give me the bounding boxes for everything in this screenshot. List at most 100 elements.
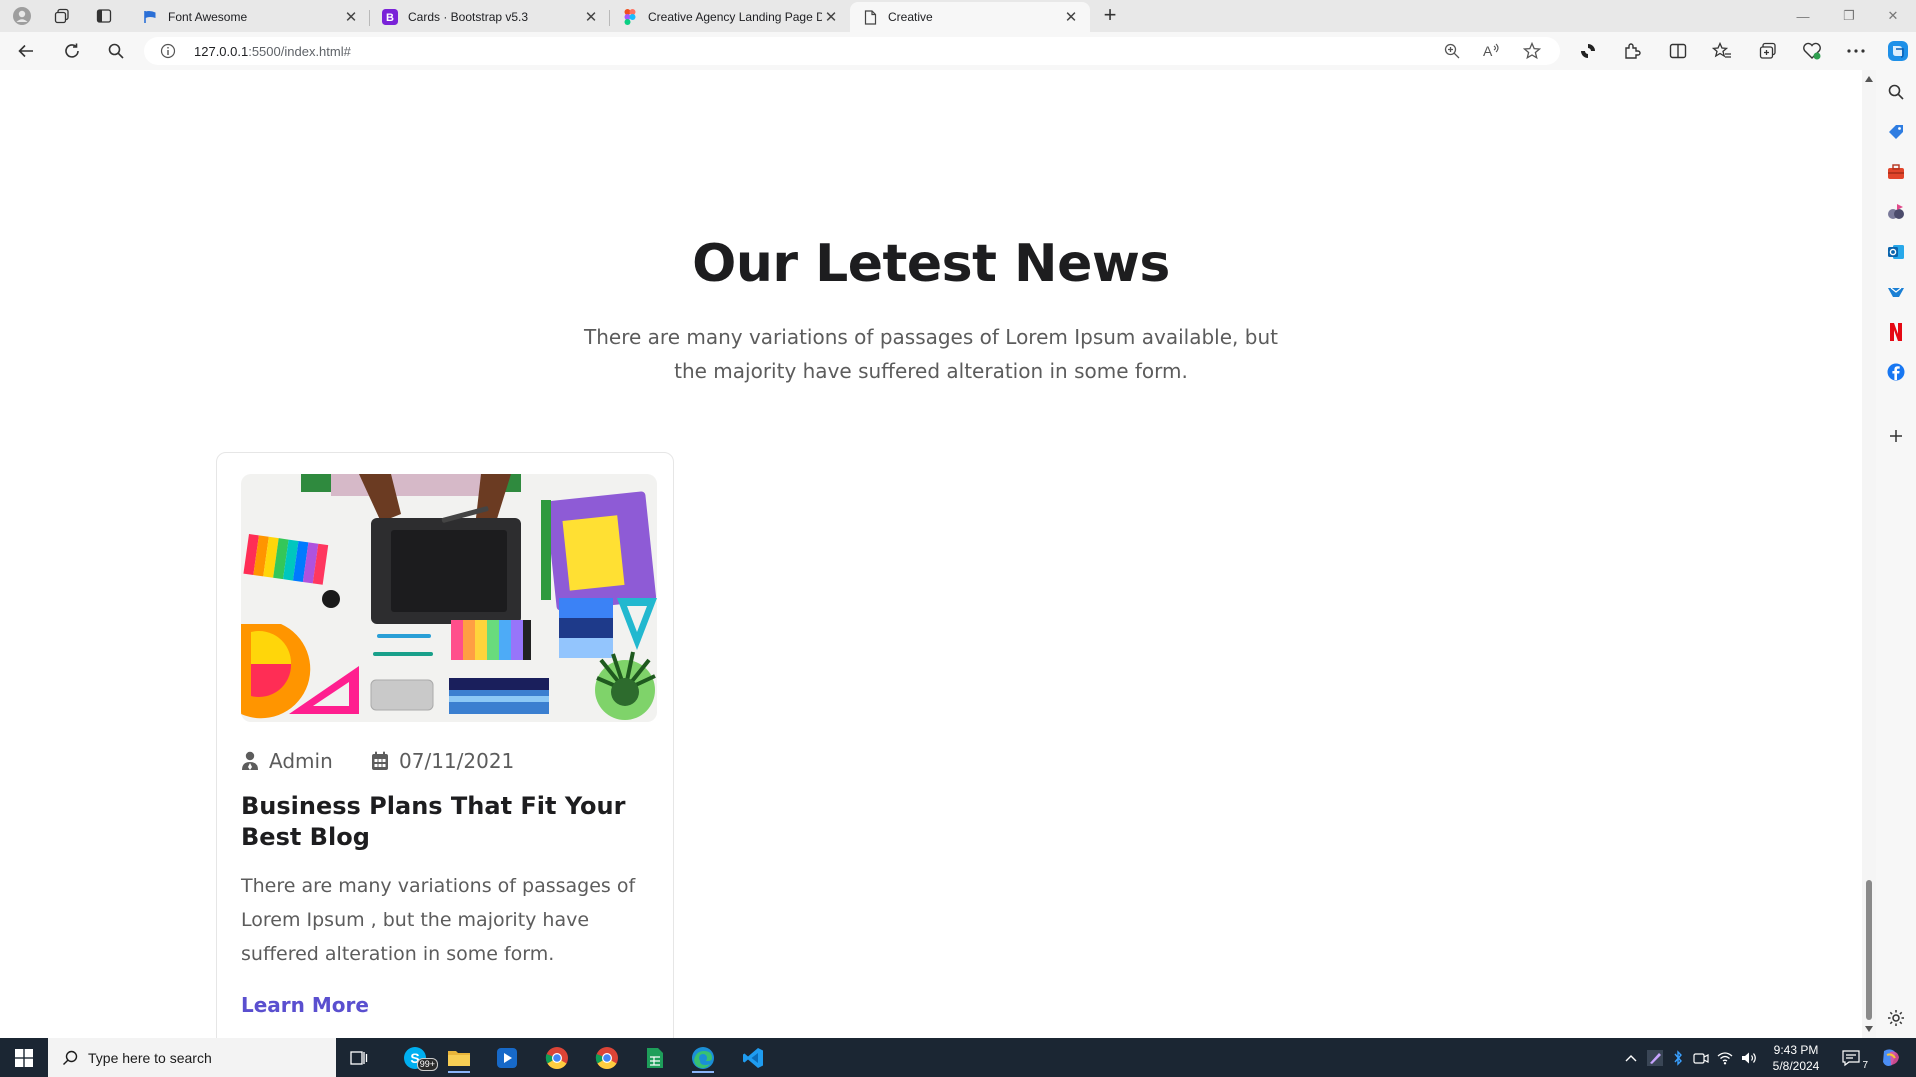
tab-creative[interactable]: Creative ✕ (850, 2, 1090, 32)
netflix-icon[interactable] (1886, 322, 1906, 342)
chrome-icon[interactable] (538, 1042, 576, 1073)
media-player-icon[interactable] (488, 1042, 526, 1073)
copilot-refresh-icon[interactable] (1576, 39, 1600, 63)
edge-sidebar (1876, 70, 1916, 1038)
read-aloud-icon[interactable]: A (1482, 41, 1502, 61)
start-button[interactable] (0, 1038, 48, 1077)
author-name: Admin (269, 749, 333, 773)
site-info-icon[interactable] (160, 43, 176, 64)
wifi-icon[interactable] (1714, 1038, 1736, 1077)
tab-title: Cards · Bootstrap v5.3 (408, 10, 529, 24)
favorites-icon[interactable] (1710, 39, 1734, 63)
chrome-profile-icon[interactable] (588, 1042, 626, 1073)
facebook-icon[interactable] (1886, 362, 1906, 382)
url-host: 127.0.0.1 (194, 44, 249, 59)
windows-logo-icon (15, 1048, 33, 1067)
new-tab-button[interactable]: + (1098, 4, 1122, 28)
outlook-icon[interactable] (1886, 242, 1906, 262)
back-button[interactable] (14, 39, 38, 63)
volume-icon[interactable] (1738, 1038, 1760, 1077)
windows-taskbar: Type here to search S 99+ 9:43 PM 5/8/20… (0, 1038, 1916, 1077)
zoom-icon[interactable] (1442, 41, 1462, 61)
url-path: :5500/index.html# (248, 44, 351, 59)
tab-title: Creative (888, 10, 933, 24)
search-icon (63, 1050, 78, 1065)
page-icon (862, 9, 878, 25)
tools-icon[interactable] (1886, 162, 1906, 182)
scroll-thumb[interactable] (1866, 880, 1872, 1020)
restore-button[interactable]: ❐ (1826, 0, 1872, 32)
card-author: Admin (241, 749, 333, 773)
card-text: There are many variations of passages of… (241, 875, 636, 965)
close-icon[interactable]: ✕ (342, 8, 360, 26)
notifications-icon[interactable]: 7 (1836, 1038, 1870, 1077)
close-icon[interactable]: ✕ (582, 8, 600, 26)
meet-now-icon[interactable] (1690, 1038, 1712, 1077)
bluetooth-icon[interactable] (1668, 1038, 1688, 1077)
minimize-button[interactable]: — (1780, 0, 1826, 32)
page-viewport: Our Letest News There are many variation… (0, 70, 1876, 1038)
notification-count: 7 (1862, 1060, 1868, 1071)
shopping-tag-icon[interactable] (1886, 122, 1906, 142)
refresh-button[interactable] (60, 39, 84, 63)
workspaces-icon[interactable] (50, 5, 74, 27)
file-explorer-icon[interactable] (440, 1042, 478, 1073)
window-close-button[interactable]: ✕ (1870, 0, 1916, 32)
tab-title: Font Awesome (168, 10, 248, 24)
more-options-icon[interactable] (1844, 39, 1868, 63)
pen-tray-icon[interactable] (1644, 1038, 1666, 1077)
close-icon[interactable]: ✕ (822, 8, 840, 26)
games-icon[interactable] (1886, 202, 1906, 222)
sidebar-search-icon[interactable] (1886, 82, 1906, 102)
page-scrollbar[interactable] (1862, 70, 1876, 1038)
clock-time: 9:43 PM (1773, 1043, 1819, 1057)
tray-overflow-icon[interactable] (1620, 1038, 1642, 1077)
browser-toolbar: 127.0.0.1:5500/index.html# A (0, 32, 1916, 70)
card-date: 07/11/2021 (371, 749, 514, 773)
scroll-up-arrow[interactable] (1865, 76, 1873, 82)
section-subtext: There are many variations of passages of… (584, 325, 1278, 383)
add-sidebar-app-icon[interactable] (1886, 426, 1906, 446)
split-screen-icon[interactable] (1666, 39, 1690, 63)
favorite-star-icon[interactable] (1522, 41, 1542, 61)
task-view-icon[interactable] (340, 1042, 378, 1073)
scroll-down-arrow[interactable] (1865, 1026, 1873, 1032)
vscode-icon[interactable] (734, 1042, 772, 1073)
copilot-taskbar-icon[interactable] (1874, 1038, 1908, 1077)
tab-creative-agency[interactable]: Creative Agency Landing Page Design ✕ (610, 2, 850, 32)
card-image (241, 474, 657, 722)
tab-title: Creative Agency Landing Page Design (648, 10, 822, 24)
spreadsheet-app-icon[interactable] (636, 1042, 674, 1073)
user-icon (242, 751, 258, 770)
tab-actions-icon[interactable] (92, 5, 116, 27)
taskbar-search[interactable]: Type here to search (48, 1038, 336, 1077)
browser-essentials-icon[interactable] (1800, 39, 1824, 63)
bootstrap-icon: B (382, 9, 398, 25)
card-title[interactable]: Business Plans That Fit Your Best Blog (241, 791, 657, 853)
close-icon[interactable]: ✕ (1062, 8, 1080, 26)
url-text: 127.0.0.1:5500/index.html# (194, 44, 351, 59)
skype-icon[interactable]: S 99+ (396, 1042, 438, 1073)
learn-more-link[interactable]: Learn More (241, 993, 369, 1017)
clock-date: 5/8/2024 (1772, 1059, 1820, 1073)
sidebar-settings-icon[interactable] (1886, 1008, 1906, 1028)
profile-icon[interactable] (10, 5, 34, 27)
news-card: Admin 07/11/2021 Business Plans That Fit… (216, 452, 674, 1038)
svg-text:A: A (1483, 43, 1493, 59)
post-date: 07/11/2021 (399, 749, 515, 773)
figma-icon (622, 9, 638, 25)
address-bar[interactable]: 127.0.0.1:5500/index.html# A (144, 37, 1560, 65)
card-meta: Admin 07/11/2021 (241, 749, 657, 777)
search-placeholder: Type here to search (88, 1049, 212, 1066)
calendar-icon (372, 751, 388, 770)
tab-bootstrap-cards[interactable]: B Cards · Bootstrap v5.3 ✕ (370, 2, 610, 32)
search-icon[interactable] (104, 39, 128, 63)
tab-font-awesome[interactable]: Font Awesome ✕ (130, 2, 370, 32)
collections-icon[interactable] (1756, 39, 1780, 63)
edge-icon[interactable] (684, 1042, 722, 1073)
taskbar-clock[interactable]: 9:43 PM 5/8/2024 (1760, 1042, 1832, 1074)
extensions-icon[interactable] (1620, 39, 1644, 63)
copilot-icon[interactable] (1886, 39, 1910, 63)
send-drop-icon[interactable] (1886, 282, 1906, 302)
skype-badge: 99+ (416, 1058, 438, 1071)
